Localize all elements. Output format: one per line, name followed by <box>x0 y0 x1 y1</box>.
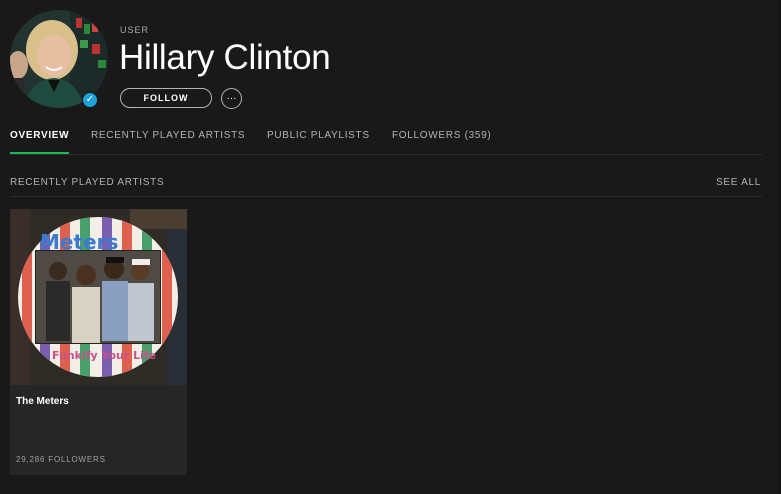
tab-public-playlists[interactable]: PUBLIC PLAYLISTS <box>267 130 370 141</box>
verified-check-icon: ✓ <box>82 92 98 108</box>
artist-name[interactable]: The Meters <box>16 396 69 407</box>
profile-type-label: USER <box>120 25 150 35</box>
profile-page: ✓ USER Hillary Clinton FOLLOW ··· OVERVI… <box>0 0 781 494</box>
album-cover-image: Meters Funkify Your Life <box>10 209 187 385</box>
scrollbar[interactable] <box>777 0 781 494</box>
artist-card[interactable]: Meters Funkify Your Life The Meters 29,2… <box>10 209 187 475</box>
see-all-link[interactable]: SEE ALL <box>716 177 761 188</box>
section-title: RECENTLY PLAYED ARTISTS <box>10 177 165 188</box>
album-art-subtitle: Funkify Your Life <box>52 349 156 362</box>
album-art-title: Meters <box>40 230 118 254</box>
profile-tabs: OVERVIEW RECENTLY PLAYED ARTISTS PUBLIC … <box>10 128 762 155</box>
artist-album-art: Meters Funkify Your Life <box>10 209 187 385</box>
section-divider <box>10 196 762 197</box>
artist-followers: 29,286 FOLLOWERS <box>16 455 106 464</box>
more-options-button[interactable]: ··· <box>221 88 242 109</box>
tab-overview[interactable]: OVERVIEW <box>10 130 69 141</box>
profile-name: Hillary Clinton <box>119 38 331 77</box>
active-tab-indicator <box>10 152 69 154</box>
tab-followers[interactable]: FOLLOWERS (359) <box>392 130 491 141</box>
tab-recently-played-artists[interactable]: RECENTLY PLAYED ARTISTS <box>91 130 245 141</box>
follow-button[interactable]: FOLLOW <box>120 88 212 108</box>
